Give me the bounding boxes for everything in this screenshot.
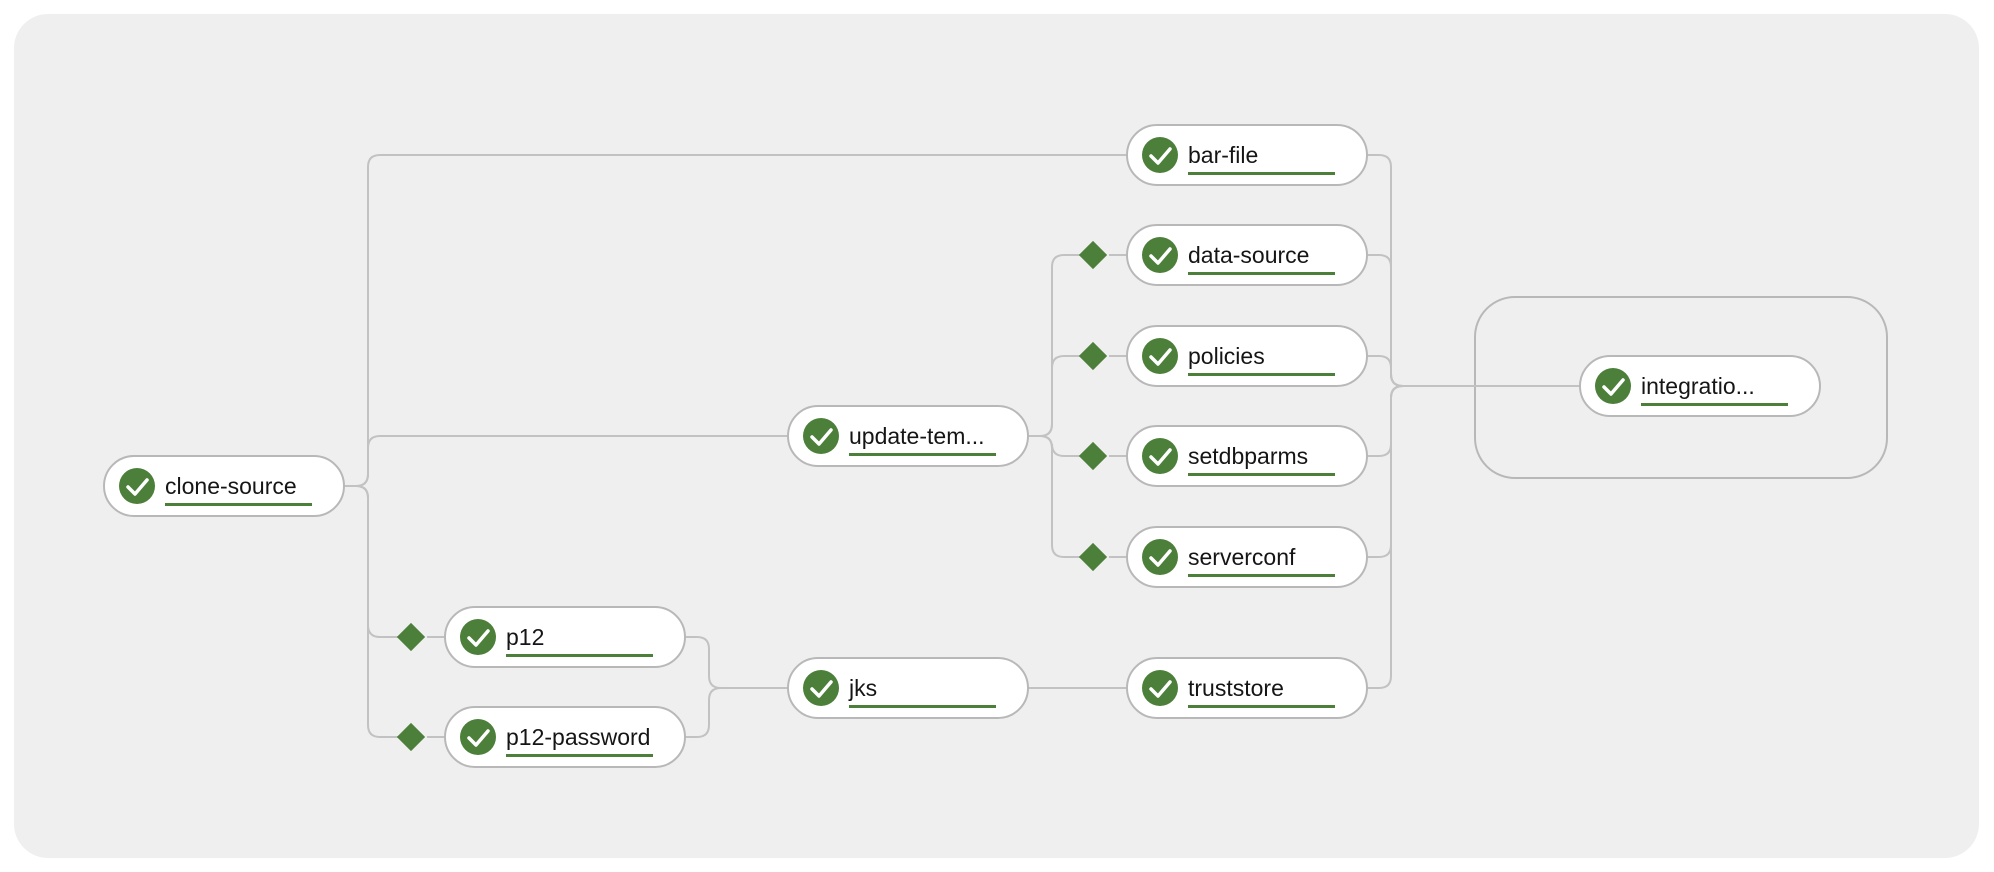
task-node-integration[interactable]: integratio... [1579, 355, 1821, 417]
check-circle-icon [803, 418, 839, 454]
check-circle-icon [1142, 670, 1178, 706]
task-node-link-underline [1188, 473, 1335, 476]
task-node-label[interactable]: p12 [506, 624, 544, 650]
task-node-update-templates[interactable]: update-tem... [787, 405, 1029, 467]
task-node-truststore[interactable]: truststore [1126, 657, 1368, 719]
task-node-label[interactable]: data-source [1188, 242, 1309, 268]
task-node-jks[interactable]: jks [787, 657, 1029, 719]
task-node-label[interactable]: truststore [1188, 675, 1284, 701]
task-node-link-underline [1188, 172, 1335, 175]
check-circle-icon [1595, 368, 1631, 404]
task-node-link-underline [1188, 373, 1335, 376]
task-node-label[interactable]: bar-file [1188, 142, 1258, 168]
task-node-link-underline [506, 654, 653, 657]
task-node-label[interactable]: setdbparms [1188, 443, 1308, 469]
task-node-link-underline [1188, 574, 1335, 577]
check-circle-icon [1142, 237, 1178, 273]
task-node-label[interactable]: policies [1188, 343, 1265, 369]
check-circle-icon [1142, 137, 1178, 173]
check-circle-icon [119, 468, 155, 504]
task-node-label[interactable]: update-tem... [849, 423, 985, 449]
task-node-bar-file[interactable]: bar-file [1126, 124, 1368, 186]
pipeline-graph: clone-source bar-file update-tem... data-so… [14, 14, 1979, 858]
task-node-link-underline [1188, 705, 1335, 708]
task-node-p12-password[interactable]: p12-password [444, 706, 686, 768]
task-node-label[interactable]: clone-source [165, 473, 297, 499]
check-circle-icon [1142, 539, 1178, 575]
task-node-clone-source[interactable]: clone-source [103, 455, 345, 517]
task-node-link-underline [849, 705, 996, 708]
task-node-serverconf[interactable]: serverconf [1126, 526, 1368, 588]
task-node-link-underline [1641, 403, 1788, 406]
task-node-link-underline [165, 503, 312, 506]
task-node-label[interactable]: jks [848, 675, 877, 701]
check-circle-icon [460, 619, 496, 655]
task-node-data-source[interactable]: data-source [1126, 224, 1368, 286]
task-node-setdbparms[interactable]: setdbparms [1126, 425, 1368, 487]
check-circle-icon [1142, 338, 1178, 374]
task-node-label[interactable]: p12-password [506, 724, 650, 750]
task-node-p12[interactable]: p12 [444, 606, 686, 668]
check-circle-icon [460, 719, 496, 755]
task-node-label[interactable]: serverconf [1188, 544, 1296, 570]
check-circle-icon [803, 670, 839, 706]
task-node-link-underline [506, 754, 653, 757]
task-node-link-underline [849, 453, 996, 456]
check-circle-icon [1142, 438, 1178, 474]
task-node-label[interactable]: integratio... [1641, 373, 1755, 399]
task-node-policies[interactable]: policies [1126, 325, 1368, 387]
task-node-link-underline [1188, 272, 1335, 275]
